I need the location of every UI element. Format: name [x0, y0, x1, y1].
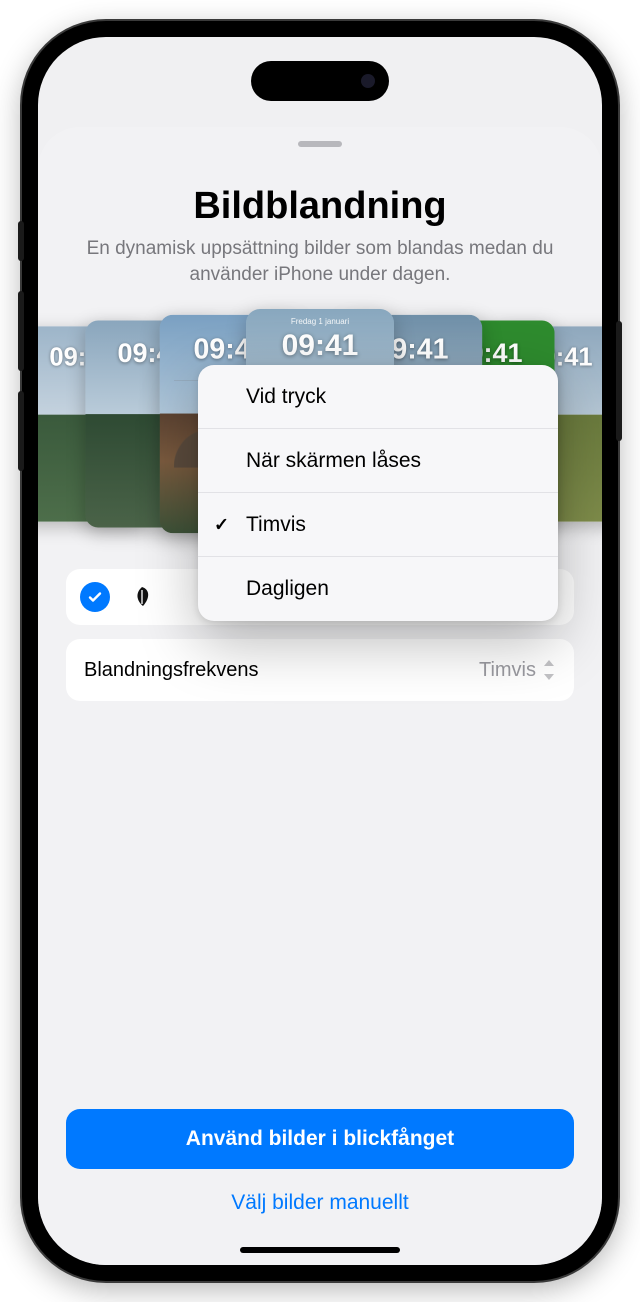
side-button: [616, 321, 622, 441]
preview-time: 09:41: [246, 329, 394, 363]
page-subtitle: En dynamisk uppsättning bilder som bland…: [38, 228, 602, 287]
sheet-grabber[interactable]: [298, 141, 342, 147]
option-label: När skärmen låses: [246, 449, 421, 473]
frequency-value-wrap: Timvis: [479, 659, 556, 682]
dynamic-island: [251, 61, 389, 101]
option-label: Dagligen: [246, 577, 329, 601]
frequency-label: Blandningsfrekvens: [84, 659, 259, 682]
shuffle-frequency-row[interactable]: Blandningsfrekvens Timvis: [66, 639, 574, 701]
primary-button-label: Använd bilder i blickfånget: [186, 1127, 454, 1151]
use-featured-photos-button[interactable]: Använd bilder i blickfånget: [66, 1109, 574, 1169]
secondary-link-label: Välj bilder manuellt: [231, 1191, 408, 1214]
volume-down-button: [18, 391, 24, 471]
frequency-popover: Vid tryck När skärmen låses ✓ Timvis Dag…: [198, 365, 558, 621]
page-title: Bildblandning: [38, 185, 602, 228]
choose-photos-manually-link[interactable]: Välj bilder manuellt: [66, 1191, 574, 1215]
volume-up-button: [18, 291, 24, 371]
screen: Bildblandning En dynamisk uppsättning bi…: [38, 37, 602, 1265]
home-indicator[interactable]: [240, 1247, 400, 1253]
sheet: Bildblandning En dynamisk uppsättning bi…: [38, 127, 602, 1265]
nature-category-icon[interactable]: [128, 583, 156, 611]
preview-date: Fredag 1 januari: [246, 317, 394, 326]
frequency-option-on-tap[interactable]: Vid tryck: [198, 365, 558, 429]
controls-area: Vid tryck När skärmen låses ✓ Timvis Dag…: [38, 569, 602, 701]
frequency-value: Timvis: [479, 659, 536, 682]
chevron-updown-icon: [542, 660, 556, 680]
frequency-option-hourly[interactable]: ✓ Timvis: [198, 493, 558, 557]
option-label: Timvis: [246, 513, 306, 537]
frequency-option-on-lock[interactable]: När skärmen låses: [198, 429, 558, 493]
bottom-actions: Använd bilder i blickfånget Välj bilder …: [38, 1109, 602, 1265]
phone-frame: Bildblandning En dynamisk uppsättning bi…: [22, 21, 618, 1281]
mute-switch: [18, 221, 24, 261]
checkmark-icon: ✓: [214, 514, 229, 535]
category-selected-check-icon[interactable]: [80, 582, 110, 612]
frequency-option-daily[interactable]: Dagligen: [198, 557, 558, 621]
option-label: Vid tryck: [246, 385, 326, 409]
